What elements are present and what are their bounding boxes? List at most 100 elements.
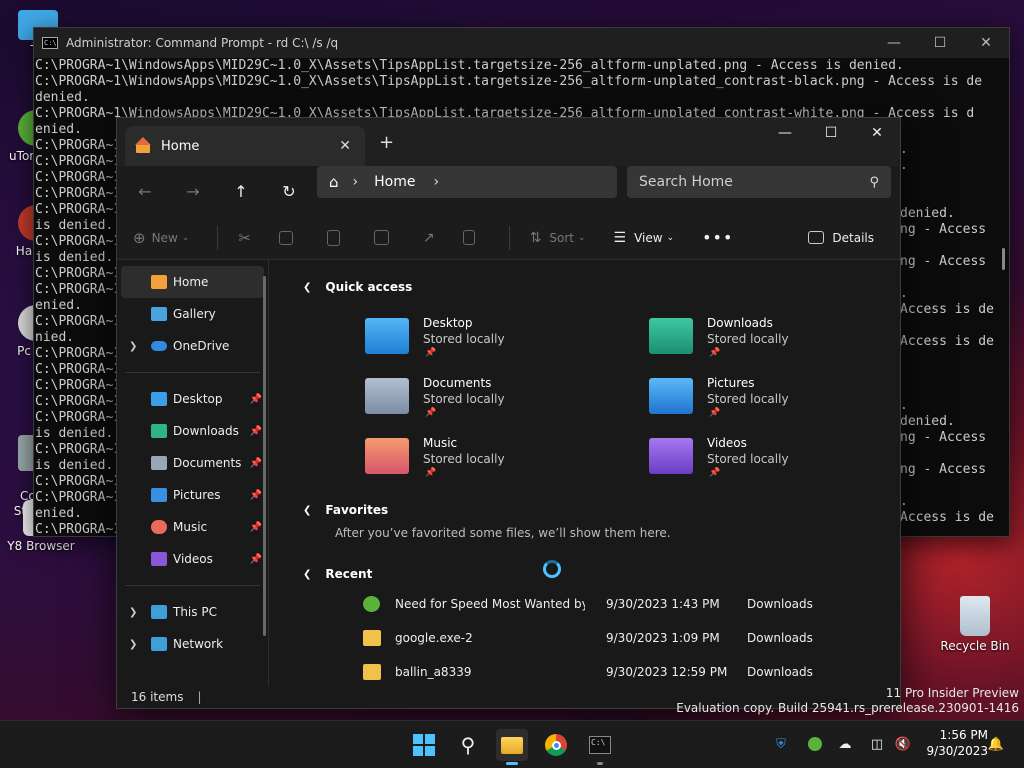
section-quick-access[interactable]: ❮ Quick access	[303, 280, 412, 294]
recent-row[interactable]: google.exe-2 9/30/2023 1:09 PM Downloads	[363, 628, 883, 650]
nav-item-desktop[interactable]: Desktop 📌	[117, 383, 268, 415]
quick-access-documents[interactable]: Documents Stored locally 📌	[365, 376, 625, 432]
cmd-line-fragment	[900, 238, 1010, 254]
copy-icon	[278, 230, 293, 245]
search-icon: ⚲	[460, 733, 476, 757]
forward-button[interactable]: →	[169, 182, 217, 201]
clock[interactable]: 1:56 PM 9/30/2023	[926, 727, 988, 759]
search-input[interactable]: Search Home ⚲	[627, 166, 891, 198]
taskbar-terminal[interactable]: C:\	[584, 729, 616, 765]
paste-button[interactable]	[326, 229, 346, 246]
status-divider: |	[197, 690, 202, 704]
sort-button[interactable]: ⇅ Sort ⌄	[530, 230, 586, 246]
taskbar-search-button[interactable]: ⚲	[452, 729, 484, 761]
utorrent-icon	[363, 596, 380, 612]
music-icon	[151, 520, 167, 534]
chevron-right-icon[interactable]: ❯	[129, 607, 137, 618]
nav-item-videos[interactable]: Videos 📌	[117, 543, 268, 575]
rename-icon	[373, 230, 389, 245]
explorer-maximize-button[interactable]: ☐	[808, 118, 854, 148]
address-bar[interactable]: ⌂ › Home ›	[317, 166, 617, 198]
nav-item-onedrive[interactable]: ❯ OneDrive	[117, 330, 268, 362]
pin-icon: 📌	[709, 468, 721, 478]
cmd-scrollbar[interactable]	[1002, 248, 1005, 270]
quick-access-desktop[interactable]: Desktop Stored locally 📌	[365, 316, 625, 372]
desktop-folder-icon	[365, 318, 409, 354]
nav-item-documents[interactable]: Documents 📌	[117, 447, 268, 479]
pin-icon[interactable]: 📌	[250, 522, 262, 533]
gallery-icon	[151, 307, 167, 321]
tray-utorrent-icon[interactable]	[806, 735, 824, 753]
desktop-icon-recycle-bin[interactable]: Recycle Bin	[939, 596, 1011, 653]
taskbar-file-explorer[interactable]	[496, 729, 528, 765]
rename-button[interactable]	[373, 230, 395, 245]
chevron-right-icon[interactable]: ❯	[129, 639, 137, 650]
nav-item-this-pc[interactable]: ❯ This PC	[117, 596, 268, 628]
nav-item-network[interactable]: ❯ Network	[117, 628, 268, 660]
quick-access-pictures[interactable]: Pictures Stored locally 📌	[649, 376, 909, 432]
recent-row[interactable]: Need for Speed Most Wanted by... 9/30/20…	[363, 594, 883, 616]
chevron-down-icon: ⌄	[577, 232, 586, 243]
pin-icon[interactable]: 📌	[250, 426, 262, 437]
nav-item-pictures[interactable]: Pictures 📌	[117, 479, 268, 511]
quick-access-videos[interactable]: Videos Stored locally 📌	[649, 436, 909, 492]
recent-row[interactable]: ballin_a8339 9/30/2023 12:59 PM Download…	[363, 662, 883, 684]
this-pc-icon	[151, 605, 167, 619]
taskbar-chrome[interactable]	[540, 729, 572, 761]
cmd-line-fragment	[900, 446, 1010, 462]
cmd-titlebar[interactable]: C:\ Administrator: Command Prompt - rd C…	[34, 28, 1009, 58]
terminal-icon: C:\	[589, 736, 611, 754]
cmd-line-fragment: ng - Access	[900, 222, 987, 237]
up-button[interactable]: ↑	[217, 182, 265, 201]
refresh-button[interactable]: ↻	[265, 182, 313, 201]
cmd-minimize-button[interactable]: —	[871, 28, 917, 58]
cmd-line-fragment: ng - Access	[900, 462, 987, 477]
explorer-content: ❮ Quick access Desktop Stored locally 📌 …	[277, 260, 900, 688]
cmd-line-fragment: ng - Access	[900, 254, 987, 269]
tab-close-icon[interactable]: ✕	[339, 138, 351, 154]
section-favorites[interactable]: ❮ Favorites	[303, 503, 388, 517]
new-button[interactable]: ⊕ New ⌄	[133, 229, 189, 247]
nav-item-gallery[interactable]: Gallery	[117, 298, 268, 330]
pin-icon[interactable]: 📌	[250, 554, 262, 565]
pictures-folder-icon	[649, 378, 693, 414]
watermark-edition: 11 Pro Insider Preview	[885, 686, 1019, 700]
quick-access-downloads[interactable]: Downloads Stored locally 📌	[649, 316, 909, 372]
downloads-folder-icon	[649, 318, 693, 354]
cut-button[interactable]: ✂	[238, 229, 251, 247]
cmd-line-fragment: denied.	[900, 206, 955, 221]
tray-volume-muted-icon[interactable]: 🔇	[894, 735, 912, 753]
tray-display-icon[interactable]: ◫	[868, 735, 886, 753]
pin-icon[interactable]: 📌	[250, 458, 262, 469]
view-button[interactable]: ☰ View ⌄	[614, 230, 675, 246]
pin-icon[interactable]: 📌	[250, 490, 262, 501]
notification-bell-icon[interactable]: 🔔	[987, 735, 1005, 753]
new-tab-button[interactable]: +	[379, 132, 394, 153]
tray-security-icon[interactable]: ⛨	[772, 735, 790, 753]
nav-scrollbar[interactable]	[263, 276, 266, 636]
tray-cloud-icon[interactable]: ☁	[836, 735, 854, 753]
section-recent[interactable]: ❮ Recent	[303, 567, 372, 581]
more-options-button[interactable]: •••	[702, 228, 733, 247]
cmd-close-button[interactable]: ✕	[963, 28, 1009, 58]
share-button[interactable]: ↗	[423, 230, 435, 246]
breadcrumb-home[interactable]: Home	[374, 174, 415, 190]
cmd-line-fragment: Access is de	[900, 302, 994, 317]
nav-item-home[interactable]: Home	[121, 266, 264, 298]
pin-icon[interactable]: 📌	[250, 394, 262, 405]
chevron-right-icon[interactable]: ❯	[129, 341, 137, 352]
nav-item-music[interactable]: Music 📌	[117, 511, 268, 543]
explorer-minimize-button[interactable]: —	[762, 118, 808, 148]
back-button[interactable]: ←	[121, 182, 169, 201]
details-button[interactable]: Details	[808, 231, 874, 245]
delete-button[interactable]	[462, 230, 481, 245]
tab-home[interactable]: Home ✕	[125, 126, 365, 166]
cmd-maximize-button[interactable]: ☐	[917, 28, 963, 58]
nav-item-downloads[interactable]: Downloads 📌	[117, 415, 268, 447]
start-button[interactable]	[408, 729, 440, 761]
quick-access-music[interactable]: Music Stored locally 📌	[365, 436, 625, 492]
running-indicator	[597, 762, 603, 765]
file-explorer-window[interactable]: Home ✕ + — ☐ ✕ ← → ↑ ↻ ⌂ › Home › Search…	[116, 117, 901, 709]
copy-button[interactable]	[278, 230, 299, 245]
explorer-close-button[interactable]: ✕	[854, 118, 900, 148]
